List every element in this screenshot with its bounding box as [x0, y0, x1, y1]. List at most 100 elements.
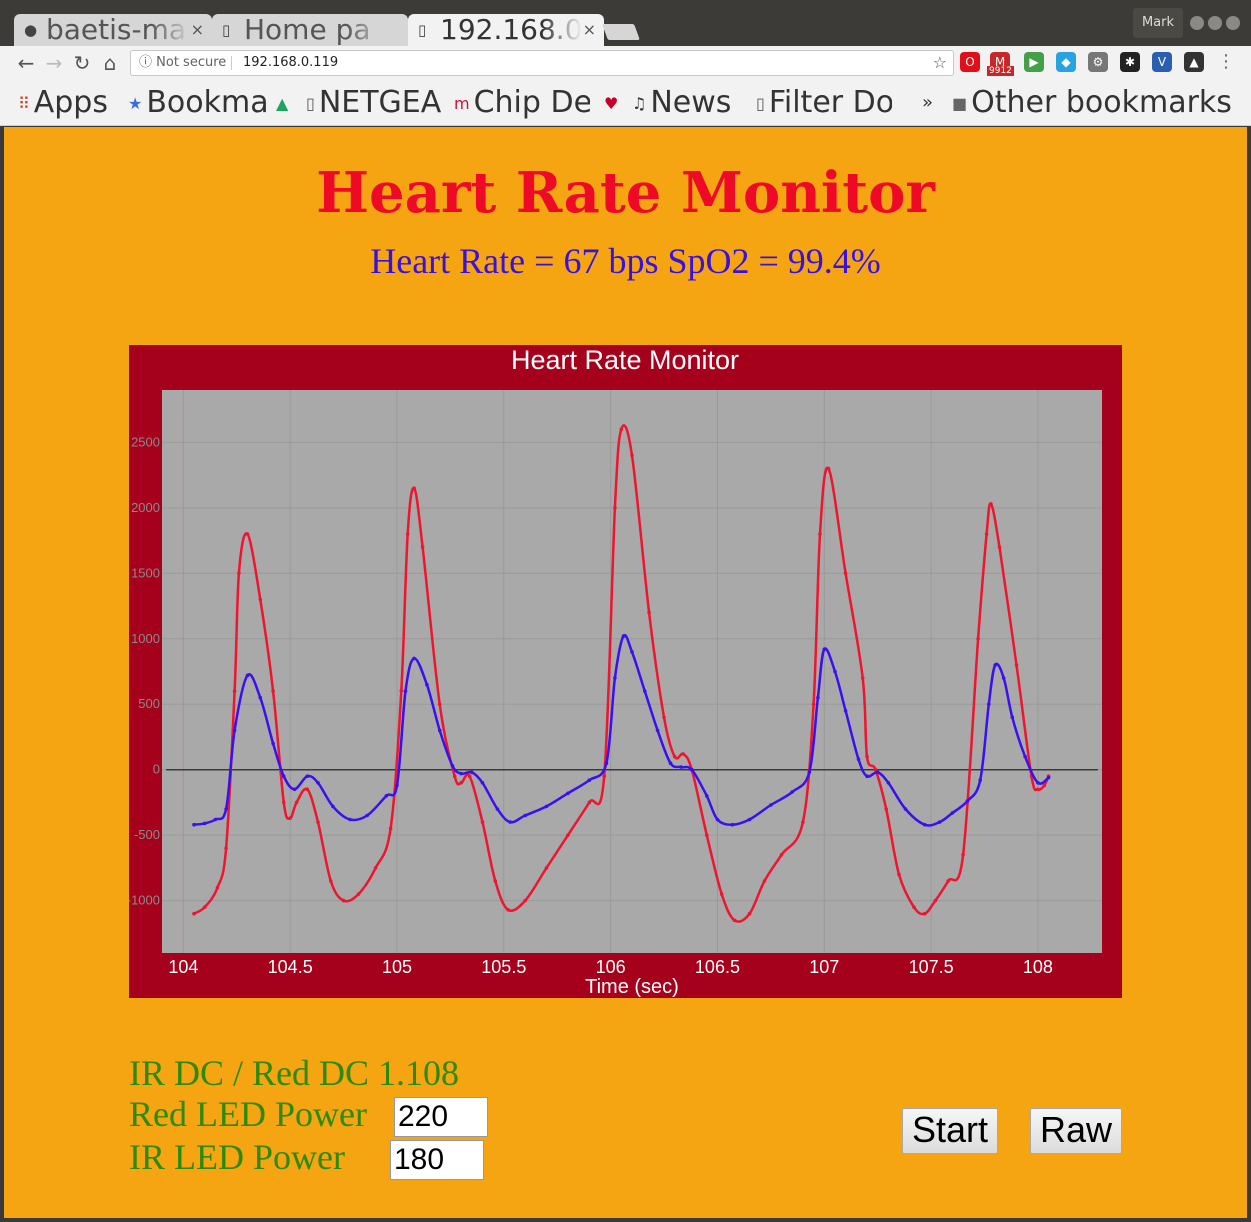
red-series-point [566, 833, 570, 837]
home-icon[interactable]: ⌂ [98, 51, 122, 75]
heart-rate-readout: Heart Rate = 67 bps SpO2 = 99.4% [370, 241, 881, 281]
y-tick-label: 1500 [131, 565, 160, 580]
ir-series-point [450, 764, 455, 768]
red-series-point [897, 872, 901, 877]
ir-series-point [395, 783, 399, 788]
y-tick-label: 0 [153, 762, 160, 777]
red-series-point [984, 532, 989, 536]
bookmark-drive[interactable]: ▲ [276, 84, 302, 122]
tab-home-page[interactable]: ▯ Home pa [212, 14, 408, 46]
back-arrow-icon[interactable]: ← [14, 51, 38, 75]
browser-titlebar: ● baetis-ma × ▯ Home pa ▯ 192.168.0 × Ma… [0, 0, 1251, 46]
iheart-icon: ♥ [604, 93, 619, 113]
star-icon[interactable]: ☆ [933, 51, 947, 75]
other-bookmarks-folder[interactable]: ■ Other bookmarks [952, 84, 1232, 122]
bookmark-label: News [650, 85, 732, 120]
bookmarks-bar: ⠿ Apps ★ Bookma ▲ ▯ NETGEA m Chip De ♥ ♫ News ▯ Filte… [0, 80, 1251, 126]
y-tick-label: 2000 [131, 500, 160, 515]
ir-series-point [843, 709, 848, 713]
red-series-point [602, 774, 606, 778]
start-button[interactable]: Start [902, 1108, 998, 1154]
profile-button[interactable]: Mark [1133, 8, 1183, 38]
ir-series-point [459, 771, 463, 776]
page-icon: ▯ [756, 93, 765, 113]
x-tick-label: 106.5 [695, 957, 740, 977]
red-series-point [1042, 783, 1047, 788]
ir-series-point [331, 804, 335, 809]
minimize-button[interactable] [1190, 16, 1204, 30]
new-tab-button[interactable] [602, 24, 640, 40]
ir-series-point [1046, 775, 1051, 780]
ir-series-point [978, 778, 982, 782]
page-icon: ▯ [222, 21, 231, 39]
ir-series-point [412, 656, 416, 661]
gear-icon[interactable]: ⚙ [1088, 52, 1108, 72]
red-led-power-label: Red LED Power [129, 1094, 367, 1134]
raw-button[interactable]: Raw [1030, 1108, 1122, 1154]
x-tick-label: 105 [382, 957, 412, 977]
tab-github[interactable]: ● baetis-ma × [14, 14, 212, 46]
x-tick-label: 108 [1023, 957, 1053, 977]
ir-led-power-input[interactable]: 180 [390, 1140, 484, 1180]
red-series-point [922, 911, 927, 916]
chart-svg: -1000 -500 0 500 1000 1500 2000 2500 104 104.5 105… [129, 345, 1102, 998]
ir-series-point [213, 817, 218, 822]
red-series-point [811, 702, 816, 706]
x-tick-label: 104.5 [268, 957, 313, 977]
red-series-point [544, 866, 549, 870]
ir-series-point [922, 822, 927, 827]
url-text: 192.168.0.119 [243, 55, 339, 70]
red-series-point [215, 885, 220, 890]
diamond-icon[interactable]: ◆ [1056, 52, 1076, 72]
reload-icon[interactable]: ↻ [70, 51, 94, 75]
ir-series-point [1001, 676, 1006, 680]
ir-series-point [544, 804, 549, 809]
ir-led-power-label: IR LED Power [129, 1137, 345, 1177]
opera-icon[interactable]: O [960, 52, 980, 72]
ir-series-point [668, 761, 673, 765]
bookmark-label: NETGEA [318, 85, 442, 120]
red-series-point [826, 466, 831, 471]
close-window-button[interactable] [1226, 16, 1240, 30]
red-series-point [388, 826, 393, 831]
red-series-point [452, 774, 457, 778]
github-icon: ● [24, 21, 38, 39]
bookmark-filter-do[interactable]: ▯ Filter Do [756, 84, 892, 122]
ir-series-point [1010, 715, 1015, 720]
bookmark-netgea[interactable]: ▯ NETGEA [306, 84, 448, 122]
close-icon[interactable]: × [191, 14, 204, 46]
address-bar[interactable]: ⓘ Not secure 192.168.0.119 ☆ [130, 50, 954, 76]
bookmarks-overflow-button[interactable]: » [922, 84, 933, 122]
bookmark-chip-de[interactable]: m Chip De [454, 84, 590, 122]
maximize-button[interactable] [1208, 16, 1222, 30]
red-series-point [480, 820, 485, 824]
tab-192-168[interactable]: ▯ 192.168.0 × [408, 14, 604, 46]
close-icon[interactable]: × [583, 14, 596, 46]
ir-series-point [655, 728, 660, 733]
ir-series-point [937, 820, 942, 824]
red-series-point [662, 715, 666, 720]
ir-series-point [613, 676, 617, 680]
page-body: Heart Rate Monitor Heart Rate = 67 bps S… [4, 127, 1247, 1218]
red-led-power-input[interactable]: 220 [394, 1097, 488, 1137]
red-series-point [1036, 787, 1040, 792]
y-tick-label: 2500 [131, 434, 160, 449]
ir-series-point [384, 794, 389, 798]
security-indicator[interactable]: ⓘ Not secure [139, 51, 226, 75]
ir-series-point [886, 781, 891, 785]
red-series-point [997, 545, 1002, 549]
bookmark-iheart[interactable]: ♥ [604, 84, 628, 122]
forward-arrow-icon[interactable]: → [42, 51, 66, 75]
menu-icon[interactable]: ⋮ [1216, 52, 1236, 72]
ir-series-point [425, 682, 429, 687]
red-series-point [587, 800, 592, 805]
v-icon[interactable]: V [1152, 52, 1172, 72]
bookmark-apps[interactable]: ⠿ Apps [18, 84, 118, 122]
cat-icon[interactable]: ▲ [1184, 52, 1204, 72]
play-icon[interactable]: ▶ [1024, 52, 1044, 72]
bookmark-bookma[interactable]: ★ Bookma [128, 84, 268, 122]
red-series-point [237, 571, 241, 576]
bookmark-news[interactable]: ♫ News [632, 84, 744, 122]
red-series-point [523, 898, 527, 903]
gnome-icon[interactable]: ✱ [1120, 52, 1140, 72]
